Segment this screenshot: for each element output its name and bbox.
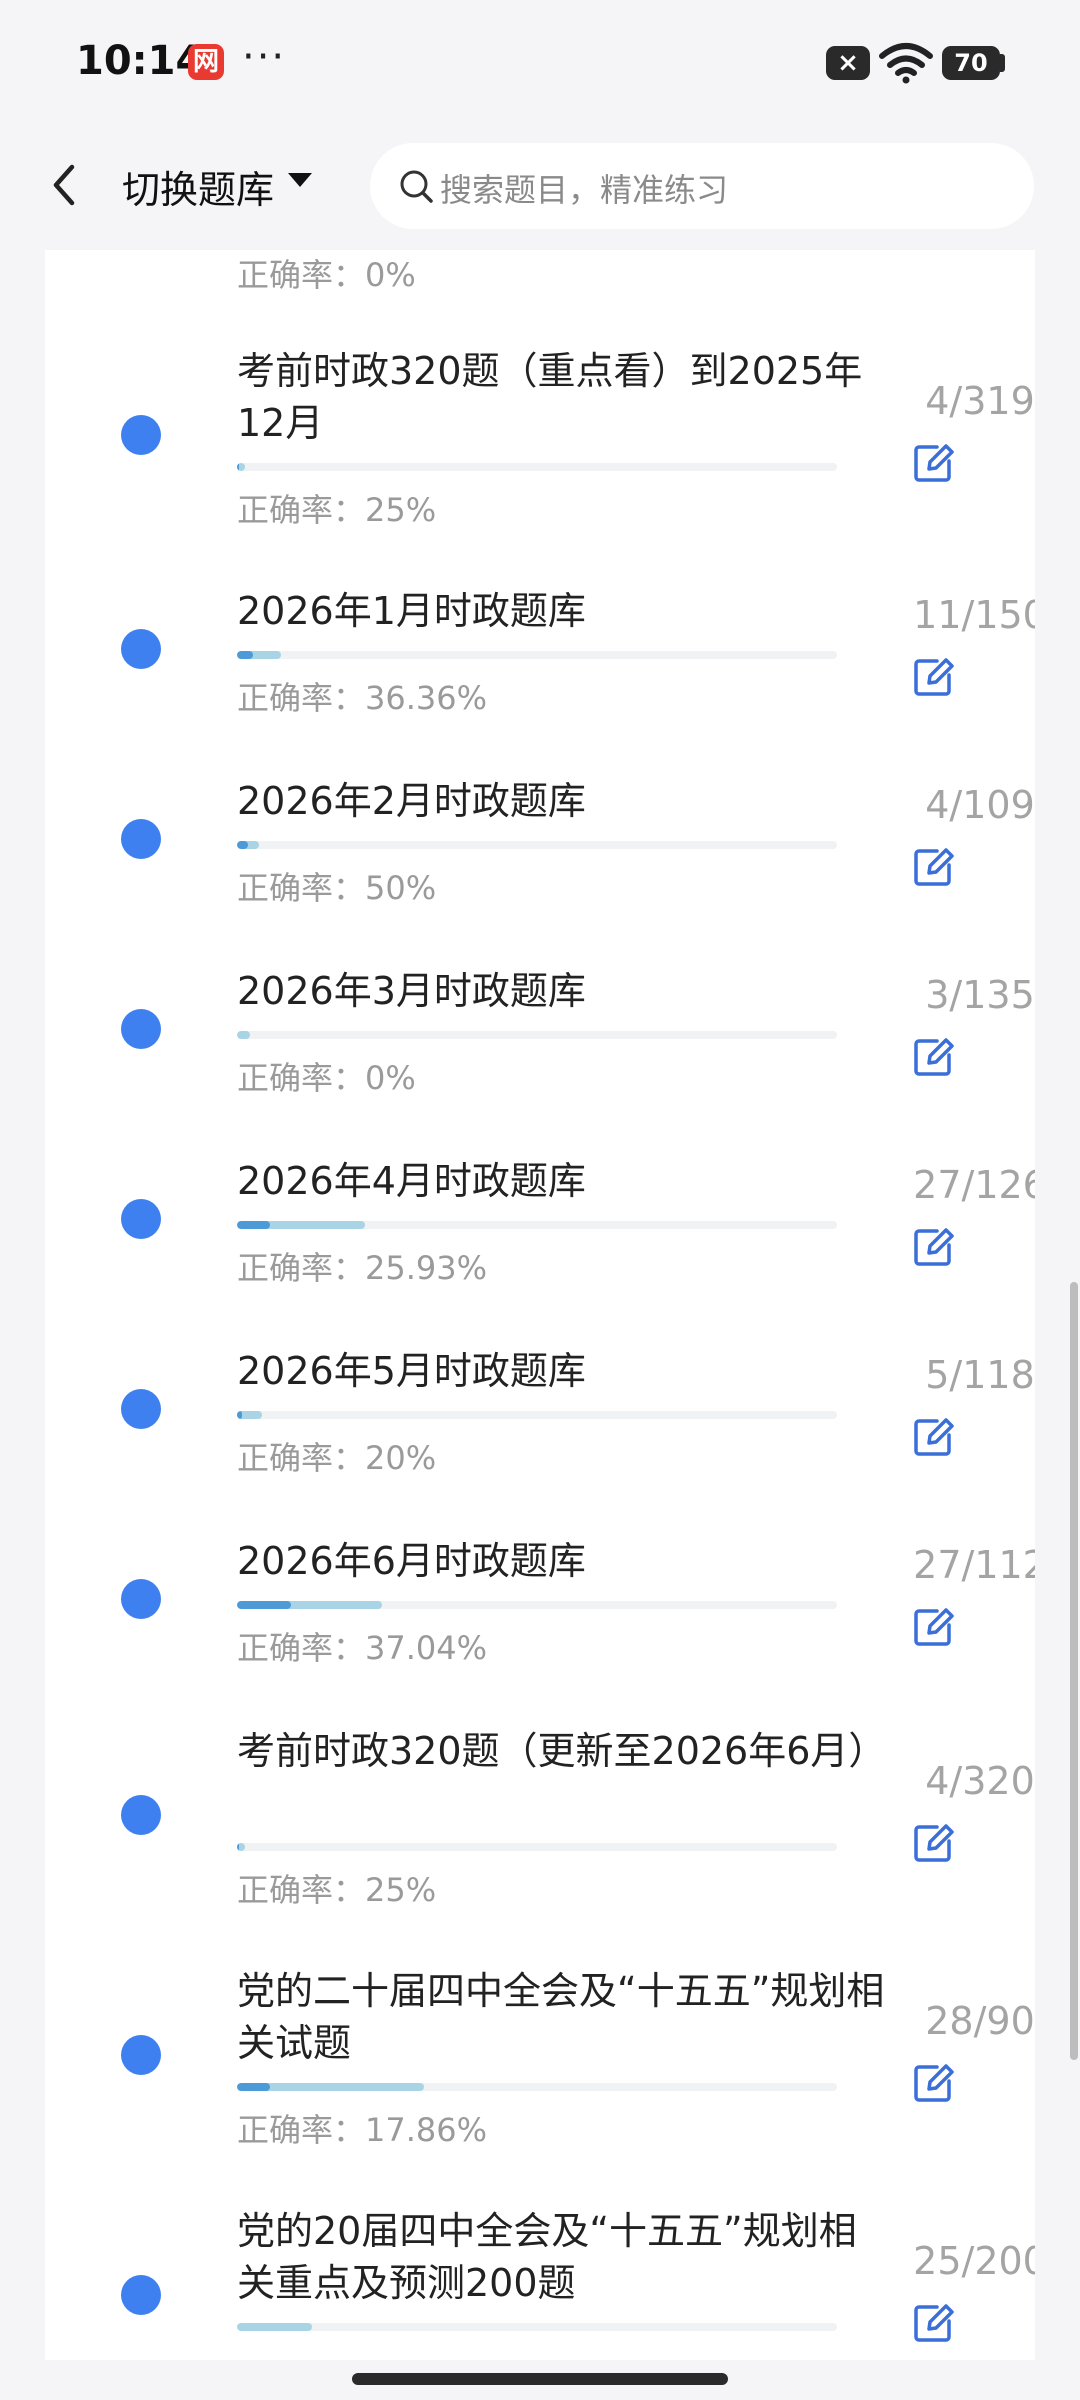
progress-fill: [237, 2323, 312, 2331]
status-time: 10:14: [76, 38, 204, 84]
progress-count: 5/118: [925, 1353, 1035, 1397]
progress-count: 27/126: [913, 1163, 1035, 1207]
progress-bar: [237, 1601, 837, 1609]
progress-count: 4/109: [925, 783, 1035, 827]
status-dot: [121, 629, 161, 669]
edit-icon[interactable]: [911, 1605, 955, 1649]
accuracy-fill: [237, 463, 239, 471]
progress-count: 11/150: [913, 593, 1035, 637]
progress-bar: [237, 2323, 837, 2331]
accuracy-fill: [237, 2083, 270, 2091]
caret-down-icon[interactable]: [288, 173, 312, 187]
status-bar: 10:14 网 ··· × 70: [0, 0, 1080, 125]
accuracy-fill: [237, 1601, 291, 1609]
progress-count: 28/90: [925, 1999, 1035, 2043]
progress-fill: [237, 1031, 250, 1039]
status-dot: [121, 1795, 161, 1835]
accuracy-fill: [237, 1411, 242, 1419]
accuracy-text: 正确率：36.36%: [237, 679, 488, 717]
wifi-icon: [879, 43, 933, 84]
edit-icon[interactable]: [911, 1225, 955, 1269]
home-indicator[interactable]: [352, 2373, 728, 2385]
bank-name: 考前时政320题（重点看）到2025年12月: [237, 349, 863, 445]
progress-bar: [237, 1221, 837, 1229]
edit-icon[interactable]: [911, 1415, 955, 1459]
bank-name: 2026年6月时政题库: [237, 1539, 586, 1583]
edit-icon[interactable]: [911, 2301, 955, 2345]
bank-name: 党的二十届四中全会及“十五五”规划相关试题: [237, 1969, 885, 2065]
progress-bar: [237, 1843, 837, 1851]
bank-list-item[interactable]: 考前时政320题（更新至2026年6月） 正确率：25% 4/320: [45, 1725, 1035, 1909]
status-dot: [121, 2275, 161, 2315]
search-placeholder: 搜索题目，精准练习: [440, 171, 729, 209]
accuracy-text: 正确率：37.04%: [237, 1629, 488, 1667]
bank-name: 2026年1月时政题库: [237, 589, 586, 633]
scrollbar[interactable]: [1070, 1282, 1078, 2060]
progress-count: 3/135: [925, 973, 1035, 1017]
bank-list-item[interactable]: 2026年6月时政题库正确率：37.04% 27/112: [45, 1535, 1035, 1667]
accuracy-text: 正确率：17.86%: [237, 2111, 488, 2149]
accuracy-fill: [237, 651, 253, 659]
bank-list-item[interactable]: 党的二十届四中全会及“十五五”规划相关试题正确率：17.86% 28/90: [45, 1965, 1035, 2149]
edit-icon[interactable]: [911, 1821, 955, 1865]
battery-tip: [1000, 54, 1005, 72]
accuracy-text: 正确率：25%: [237, 491, 437, 529]
bank-list-item[interactable]: 2026年5月时政题库正确率：20% 5/118: [45, 1345, 1035, 1477]
bank-list-item[interactable]: 党的20届四中全会及“十五五”规划相关重点及预测200题 25/200: [45, 2205, 1035, 2360]
progress-count: 27/112: [913, 1543, 1035, 1587]
bank-name: 2026年3月时政题库: [237, 969, 586, 1013]
edit-icon[interactable]: [911, 441, 955, 485]
status-dot: [121, 415, 161, 455]
edit-icon[interactable]: [911, 845, 955, 889]
bank-list: 正确率：0% 考前时政320题（重点看）到2025年12月正确率：25% 4/31…: [45, 250, 1035, 2360]
netease-app-icon: 网: [188, 44, 224, 80]
accuracy-text: 正确率：0%: [237, 1059, 416, 1097]
progress-bar: [237, 651, 837, 659]
more-notifications-icon: ···: [242, 34, 287, 80]
bank-list-item[interactable]: 2026年1月时政题库正确率：36.36% 11/150: [45, 585, 1035, 717]
bank-list-item[interactable]: 2026年2月时政题库正确率：50% 4/109: [45, 775, 1035, 907]
accuracy-text: 正确率：25%: [237, 1871, 437, 1909]
switch-bank-title[interactable]: 切换题库: [122, 159, 274, 214]
status-dot: [121, 1199, 161, 1239]
edit-icon[interactable]: [911, 655, 955, 699]
top-partial-accuracy: 正确率：0%: [237, 256, 416, 294]
bank-list-item[interactable]: 2026年4月时政题库正确率：25.93% 27/126: [45, 1155, 1035, 1287]
status-dot: [121, 1389, 161, 1429]
progress-bar: [237, 1411, 837, 1419]
bank-name: 2026年2月时政题库: [237, 779, 586, 823]
bank-name: 考前时政320题（更新至2026年6月）: [237, 1729, 887, 1773]
status-dot: [121, 1579, 161, 1619]
accuracy-fill: [237, 1843, 239, 1851]
accuracy-text: 正确率：20%: [237, 1439, 437, 1477]
edit-icon[interactable]: [911, 1035, 955, 1079]
accuracy-fill: [237, 841, 248, 849]
bank-name: 党的20届四中全会及“十五五”规划相关重点及预测200题: [237, 2209, 857, 2305]
search-box[interactable]: 搜索题目，精准练习: [370, 143, 1034, 229]
progress-bar: [237, 2083, 837, 2091]
status-dot: [121, 1009, 161, 1049]
status-dot: [121, 2035, 161, 2075]
bank-name: 2026年4月时政题库: [237, 1159, 586, 1203]
bank-name: 2026年5月时政题库: [237, 1349, 586, 1393]
progress-bar: [237, 1031, 837, 1039]
edit-icon[interactable]: [911, 2061, 955, 2105]
progress-count: 25/200: [913, 2239, 1035, 2283]
progress-bar: [237, 841, 837, 849]
accuracy-text: 正确率：25.93%: [237, 1249, 488, 1287]
status-dot: [121, 819, 161, 859]
header: 切换题库 搜索题目，精准练习: [0, 125, 1080, 250]
accuracy-text: 正确率：50%: [237, 869, 437, 907]
accuracy-fill: [237, 1221, 270, 1229]
back-icon[interactable]: [42, 155, 86, 215]
search-icon: [400, 170, 433, 203]
no-sim-icon: ×: [826, 46, 870, 80]
progress-count: 4/320: [925, 1759, 1035, 1803]
battery-icon: 70: [942, 46, 1000, 80]
bank-list-item[interactable]: 2026年3月时政题库正确率：0% 3/135: [45, 965, 1035, 1097]
progress-count: 4/319: [925, 379, 1035, 423]
progress-bar: [237, 463, 837, 471]
bank-list-item[interactable]: 考前时政320题（重点看）到2025年12月正确率：25% 4/319: [45, 345, 1035, 529]
